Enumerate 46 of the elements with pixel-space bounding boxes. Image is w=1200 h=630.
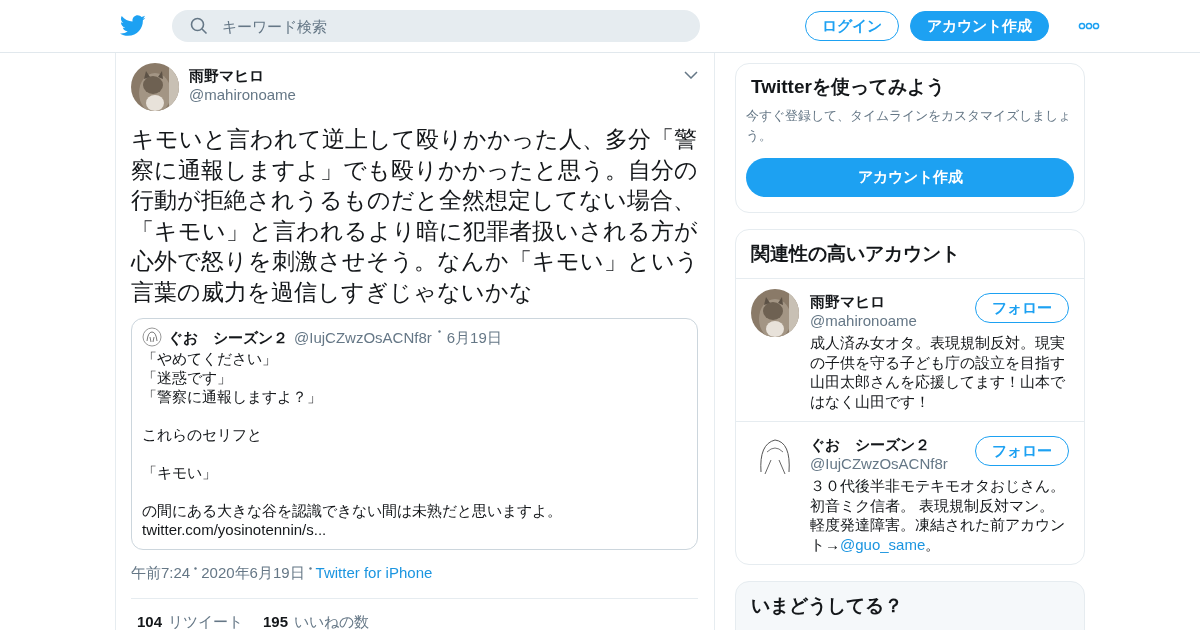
stat-count: 195 [263,613,289,630]
account-bio: ３０代後半非モテキモオタおじさん。初音ミク信者。 表現規制反対マン。軽度発達障害。凍結された前アカウント→@guo_same。 [810,476,1066,554]
separator-dot-icon [194,567,198,570]
mention-link[interactable]: @guo_same [840,535,926,553]
tweet-text: キモいと言われて逆上して殴りかかった人、多分「警察に通報しますよ」でも殴りかかったと思う。自分の行動が拒絶されうるものだと全然想定してない場合、「キモい」と言われるより暗に犯罪者扱いされる方が心外で怒りを刺激させそう。なんか「キモい」という言葉の威力を過信しすぎじゃないかな [131,126,700,307]
login-button[interactable]: ログイン [805,11,899,41]
more-icon[interactable] [1078,22,1100,30]
card-title: いまどうしてる？ [736,582,1084,630]
quoted-text-line: 「やめてください」 [142,349,278,368]
search-field[interactable]: キーワード検索 [172,10,700,42]
stat-label: いいねの数 [294,613,370,630]
follow-button[interactable]: フォロー [975,436,1069,466]
signup-button[interactable]: アカウント作成 [910,11,1049,41]
card-title: 関連性の高いアカウント [736,230,1084,279]
separator-dot-icon [437,330,441,333]
account-name: ぐお シーズン２ [810,436,931,455]
card-text: 今すぐ登録して、タイムラインをカスタマイズしましょう。 [746,107,1072,145]
account-handle: @IujCZwzOsACNf8r [810,455,948,472]
quoted-date: 6月19日 [446,327,502,347]
bird-logo-icon[interactable] [120,15,146,37]
account-name: 雨野マヒロ [810,293,886,312]
tweet-time: 午前7:24 [131,564,191,583]
quoted-tweet[interactable]: ぐお シーズン２ @IujCZwzOsACNf8r 6月19日 「やめてください」 「迷惑です」 「警察に通報しますよ？」 これらのセリフと 「キモい」 の間にある大きな谷を認識できない間は未熟だと思いますよ。 twitter.com/yosinotennin/s... [131,318,698,550]
signup-button[interactable]: アカウント作成 [746,158,1074,197]
quoted-text-line: 「キモい」 [142,463,218,482]
source-link[interactable]: Twitter for iPhone [315,564,433,583]
separator-dot-icon [308,567,312,570]
quoted-text-line: 「警察に通報しますよ？」 [142,387,323,406]
card-title: Twitterを使ってみよう [751,75,946,99]
sketch-avatar-icon [142,327,162,347]
author-handle: @mahironoame [189,86,296,103]
search-icon [190,17,208,35]
quoted-text-line: 「迷惑です」 [142,368,233,387]
quoted-text-line: の間にある大きな谷を認識できない間は未熟だと思いますよ。 [142,501,563,520]
author-name: 雨野マヒロ [189,67,265,86]
stat-label: リツイート [168,613,244,630]
quoted-text-line: これらのセリフと [142,425,263,444]
quoted-author-name: ぐお シーズン２ [168,327,288,347]
stat-count: 104 [137,613,163,630]
chevron-down-icon[interactable] [684,71,698,79]
quoted-text-line: twitter.com/yosinotennin/s... [142,520,328,539]
account-handle: @mahironoame [810,312,917,329]
account-bio: 成人済み女オタ。表現規制反対。現実の子供を守る子ども庁の設立を目指す山田太郎さんを応援してます！山本ではなく山田です！ [810,333,1066,411]
tweet-date: 2020年6月19日 [201,564,305,583]
quoted-author-handle: @IujCZwzOsACNf8r [294,327,432,347]
follow-button[interactable]: フォロー [975,293,1069,323]
